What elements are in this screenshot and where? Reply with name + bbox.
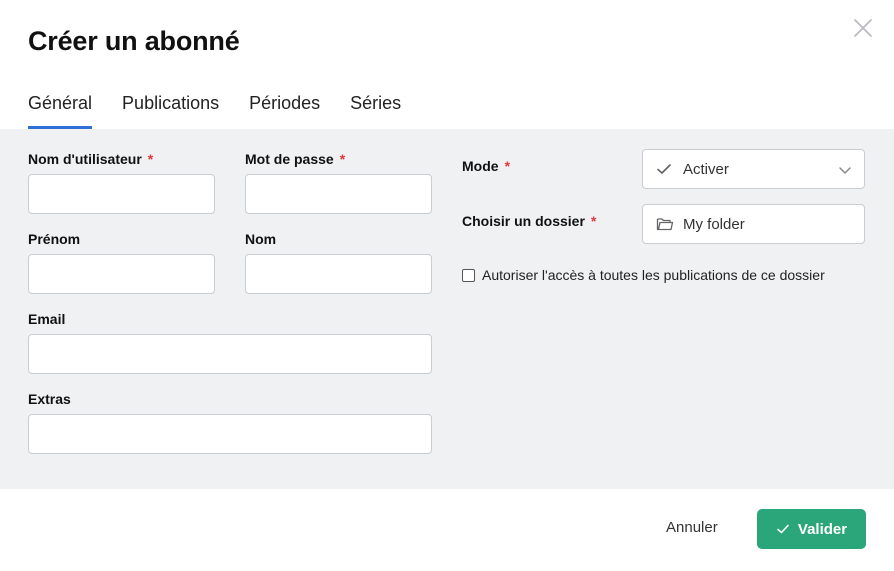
mode-label: Mode * — [462, 158, 510, 174]
mode-label-text: Mode — [462, 158, 499, 174]
extras-label: Extras — [28, 391, 71, 407]
tab-periods[interactable]: Périodes — [249, 88, 320, 129]
email-field[interactable] — [28, 334, 432, 374]
check-icon — [776, 522, 790, 536]
password-field[interactable] — [245, 174, 432, 214]
firstname-field[interactable] — [28, 254, 215, 294]
folder-icon — [656, 215, 674, 233]
tab-publications[interactable]: Publications — [122, 88, 219, 129]
lastname-field[interactable] — [245, 254, 432, 294]
chevron-down-icon — [838, 163, 852, 177]
required-mark: * — [590, 213, 597, 229]
check-icon — [656, 160, 674, 178]
username-label: Nom d'utilisateur * — [28, 151, 153, 167]
folder-label-text: Choisir un dossier — [462, 213, 585, 229]
lastname-label: Nom — [245, 231, 277, 247]
close-icon[interactable] — [852, 17, 874, 39]
email-label: Email — [28, 311, 66, 327]
extras-field[interactable] — [28, 414, 432, 454]
mode-value: Activer — [683, 160, 729, 178]
folder-picker[interactable]: My folder — [642, 204, 865, 244]
folder-value: My folder — [683, 215, 745, 233]
required-mark: * — [339, 151, 346, 167]
mode-select[interactable]: Activer — [642, 149, 865, 189]
required-mark: * — [147, 151, 154, 167]
folder-label: Choisir un dossier * — [462, 213, 596, 229]
firstname-label: Prénom — [28, 231, 81, 247]
tab-bar: Général Publications Périodes Séries — [28, 88, 401, 129]
validate-button[interactable]: Valider — [757, 509, 866, 549]
cancel-button[interactable]: Annuler — [666, 519, 718, 536]
username-field[interactable] — [28, 174, 215, 214]
password-label-text: Mot de passe — [245, 151, 334, 167]
validate-label: Valider — [797, 520, 848, 538]
tab-general[interactable]: Général — [28, 88, 93, 129]
dialog-title: Créer un abonné — [28, 26, 240, 56]
username-label-text: Nom d'utilisateur — [28, 151, 142, 167]
allow-all-publications-checkbox[interactable] — [462, 268, 475, 282]
tab-series[interactable]: Séries — [350, 88, 401, 129]
allow-all-publications-label: Autoriser l'accès à toutes les publicati… — [482, 267, 825, 283]
password-label: Mot de passe * — [245, 151, 345, 167]
create-subscriber-dialog: Créer un abonné Général Publications Pér… — [0, 0, 894, 571]
required-mark: * — [504, 158, 511, 174]
allow-all-publications-option[interactable]: Autoriser l'accès à toutes les publicati… — [462, 267, 825, 283]
